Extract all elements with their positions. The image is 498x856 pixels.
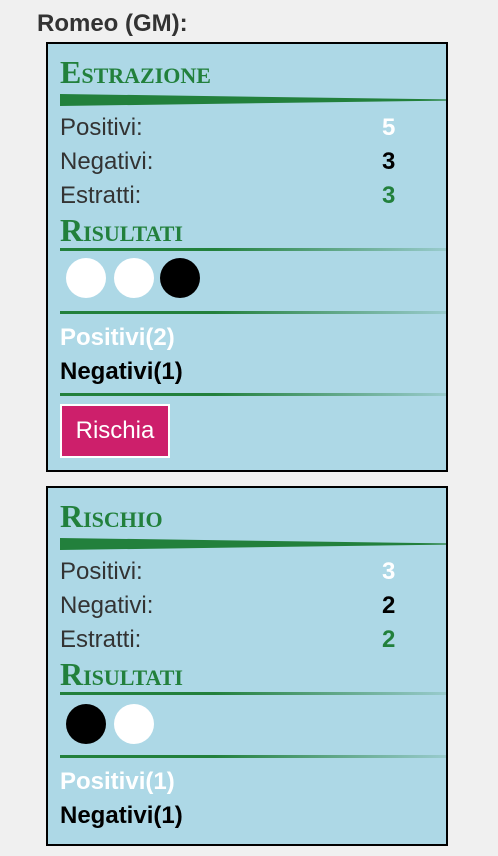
title-underline	[60, 94, 446, 106]
rischio-title: Rischio	[60, 498, 163, 534]
estrazione-panel: Estrazione Positivi: 5 Negativi: 3 Estra…	[46, 42, 448, 472]
white-ball	[66, 258, 106, 298]
positivi-summary: Positivi(1)	[60, 768, 175, 795]
white-ball	[114, 704, 154, 744]
negativi-label: Negativi:	[60, 148, 154, 175]
positivi-value: 3	[382, 558, 396, 585]
divider	[60, 248, 446, 251]
positivi-value: 5	[382, 114, 396, 141]
negativi-summary: Negativi(1)	[60, 358, 183, 385]
negativi-label: Negativi:	[60, 592, 154, 619]
rischio-panel: Rischio Positivi: 3 Negativi: 2 Estratti…	[46, 486, 448, 846]
risultati-title: Risultati	[60, 656, 183, 692]
divider	[60, 311, 446, 314]
black-ball	[160, 258, 200, 298]
negativi-value: 2	[382, 592, 396, 619]
estratti-value: 3	[382, 182, 396, 209]
positivi-label: Positivi:	[60, 558, 143, 585]
estrazione-title: Estrazione	[60, 54, 211, 90]
player-heading: Romeo (GM):	[37, 10, 188, 37]
divider	[60, 692, 446, 695]
risultati-title: Risultati	[60, 212, 183, 248]
positivi-label: Positivi:	[60, 114, 143, 141]
estratti-value: 2	[382, 626, 396, 653]
estratti-label: Estratti:	[60, 626, 142, 653]
positivi-summary: Positivi(2)	[60, 324, 175, 351]
rischia-button[interactable]: Rischia	[60, 404, 170, 458]
negativi-value: 3	[382, 148, 396, 175]
black-ball	[66, 704, 106, 744]
white-ball	[114, 258, 154, 298]
divider	[60, 755, 446, 758]
estratti-label: Estratti:	[60, 182, 142, 209]
title-underline	[60, 538, 446, 550]
negativi-summary: Negativi(1)	[60, 802, 183, 829]
divider	[60, 393, 446, 396]
